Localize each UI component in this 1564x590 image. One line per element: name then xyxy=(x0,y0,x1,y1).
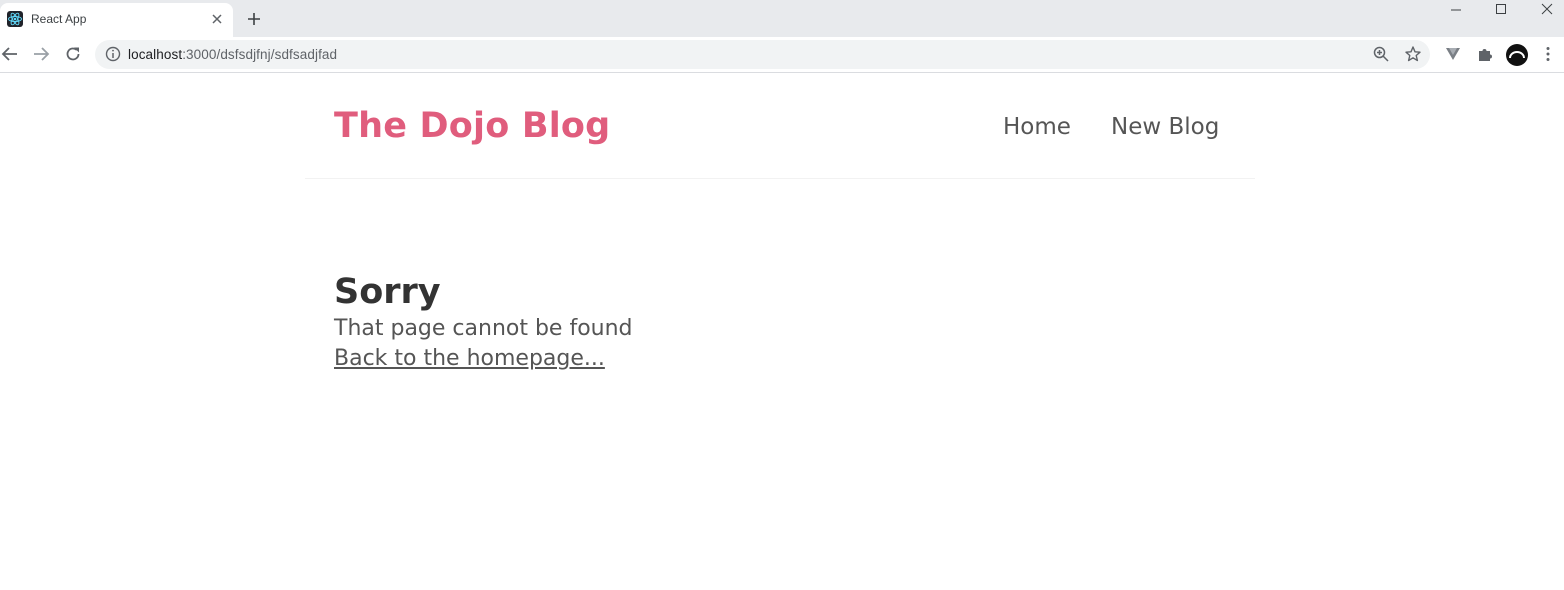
address-bar[interactable]: localhost:3000/dsfsdjfnj/sdfsadjfad xyxy=(95,40,1430,69)
forward-arrow-icon[interactable] xyxy=(31,44,51,64)
back-to-homepage-link[interactable]: Back to the homepage... xyxy=(334,344,605,374)
back-arrow-icon[interactable] xyxy=(0,44,20,64)
puzzle-icon[interactable] xyxy=(1476,45,1494,63)
window-close-icon[interactable] xyxy=(1532,2,1562,18)
not-found-section: Sorry That page cannot be found Back to … xyxy=(334,270,633,374)
not-found-heading: Sorry xyxy=(334,272,441,312)
kebab-menu-icon[interactable] xyxy=(1539,45,1557,63)
plus-icon[interactable] xyxy=(245,10,263,28)
url-path: :3000/dsfsdjfnj/sdfsadjfad xyxy=(182,47,338,62)
url-host: localhost xyxy=(128,47,183,62)
reload-icon[interactable] xyxy=(63,44,83,64)
profile-avatar[interactable] xyxy=(1506,44,1528,66)
info-icon[interactable] xyxy=(104,45,122,63)
tab-title: React App xyxy=(31,12,87,26)
zoom-icon[interactable] xyxy=(1372,45,1390,63)
close-icon[interactable] xyxy=(209,11,225,27)
nav-new-blog-link[interactable]: New Blog xyxy=(1111,114,1219,140)
nav-home-link[interactable]: Home xyxy=(1003,114,1071,140)
browser-toolbar: localhost:3000/dsfsdjfnj/sdfsadjfad xyxy=(0,37,1564,73)
minimize-icon[interactable] xyxy=(1441,2,1471,18)
react-favicon-icon xyxy=(7,11,23,27)
maximize-icon[interactable] xyxy=(1486,2,1516,18)
extension-v-icon[interactable] xyxy=(1444,45,1462,63)
browser-tab[interactable]: React App xyxy=(0,3,233,37)
star-icon[interactable] xyxy=(1404,45,1422,63)
tab-strip: React App xyxy=(0,0,1564,37)
site-navbar: The Dojo Blog Home New Blog xyxy=(305,73,1255,179)
site-brand: The Dojo Blog xyxy=(334,106,611,146)
not-found-message: That page cannot be found xyxy=(334,316,633,341)
url-text[interactable]: localhost:3000/dsfsdjfnj/sdfsadjfad xyxy=(128,47,337,62)
